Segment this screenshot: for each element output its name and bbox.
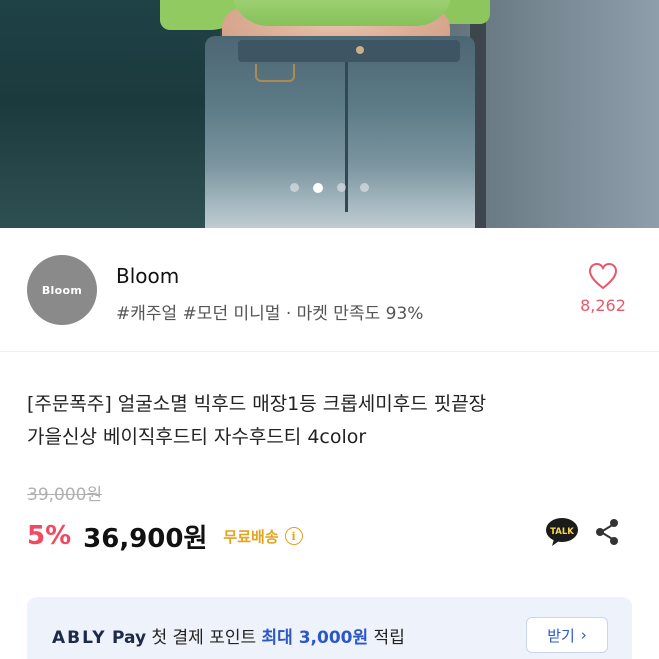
product-title: [주문폭주] 얼굴소멸 빅후드 매장1등 크롭세미후드 핏끝장 가을신상 베이직… — [27, 388, 627, 454]
heart-outline-icon[interactable] — [588, 262, 618, 290]
kakao-talk-icon[interactable]: TALK — [545, 517, 579, 547]
kakao-talk-label: TALK — [550, 527, 574, 537]
image-denim-skirt — [205, 36, 475, 228]
info-circle-icon[interactable]: i — [284, 527, 303, 545]
seller-avatar[interactable]: Bloom — [27, 255, 97, 325]
banner-text-before: 첫 결제 포인트 — [151, 628, 262, 648]
share-icon[interactable] — [594, 518, 620, 546]
seller-section[interactable]: Bloom Bloom #캐주얼 #모던 미니멀 · 마켓 만족도 93% 8,… — [0, 228, 659, 352]
ably-pay-banner[interactable]: ABLY Pay 첫 결제 포인트 최대 3,000원 적립 받기 › — [27, 597, 632, 659]
original-price: 39,000원 — [27, 485, 103, 505]
product-title-line-2: 가을신상 베이직후드티 자수후드티 4color — [27, 426, 367, 448]
banner-text: ABLY Pay 첫 결제 포인트 최대 3,000원 적립 — [52, 623, 405, 648]
receive-button-label: 받기 — [547, 626, 575, 645]
image-background — [0, 0, 220, 228]
price-row: 5% 36,900원 무료배송 i — [27, 516, 303, 556]
seller-avatar-text: Bloom — [41, 283, 83, 297]
carousel-dot[interactable] — [360, 183, 369, 192]
banner-pay: Pay — [112, 628, 147, 648]
carousel-dot-active[interactable] — [313, 183, 323, 193]
free-shipping-label: 무료배송 — [223, 527, 279, 546]
carousel-dot[interactable] — [337, 183, 346, 192]
sale-price: 36,900원 — [83, 523, 208, 554]
carousel-indicator — [0, 183, 659, 193]
seller-name[interactable]: Bloom — [116, 264, 179, 288]
like-button[interactable]: 8,262 — [573, 262, 633, 315]
banner-brand: ABLY — [52, 628, 107, 648]
image-waistband — [238, 40, 460, 62]
seller-tags: #캐주얼 #모던 미니멀 · 마켓 만족도 93% — [116, 304, 424, 324]
carousel-dot[interactable] — [290, 183, 299, 192]
chevron-right-icon: › — [580, 626, 587, 644]
discount-rate: 5% — [27, 521, 72, 551]
image-pocket — [255, 64, 295, 82]
banner-text-after: 적립 — [368, 628, 405, 648]
product-title-line-1: [주문폭주] 얼굴소멸 빅후드 매장1등 크롭세미후드 핏끝장 — [27, 393, 487, 415]
like-count: 8,262 — [580, 296, 626, 315]
banner-highlight: 최대 3,000원 — [261, 628, 369, 648]
receive-button[interactable]: 받기 › — [526, 617, 608, 653]
image-button — [356, 46, 364, 54]
image-sweater — [232, 0, 452, 26]
product-image[interactable] — [0, 0, 659, 228]
